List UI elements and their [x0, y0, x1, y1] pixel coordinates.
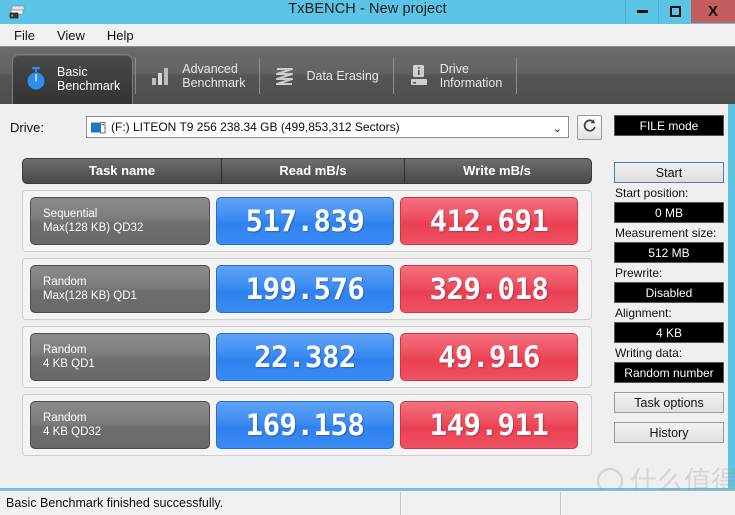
task-name-cell[interactable]: Sequential Max(128 KB) QD32 [30, 197, 210, 245]
tab-advanced-benchmark[interactable]: Advanced Benchmark [138, 53, 257, 99]
status-pane-2 [400, 491, 560, 515]
task-name-line2: 4 KB QD1 [43, 358, 95, 370]
task-name-cell[interactable]: Random Max(128 KB) QD1 [30, 265, 210, 313]
task-name-line2: Max(128 KB) QD1 [43, 290, 137, 302]
options-sidebar: FILE mode Start Start position: 0 MB Mea… [612, 104, 728, 488]
start-position-label: Start position: [615, 186, 689, 200]
tab-divider [135, 57, 137, 94]
results-header-row: Task name Read mB/s Write mB/s [22, 158, 592, 184]
title-bar: TxBENCH - New project X [0, 0, 735, 24]
maximize-icon [669, 6, 681, 17]
refresh-button[interactable] [577, 115, 602, 140]
measurement-size-value[interactable]: 512 MB [614, 242, 724, 263]
shred-zigzag-icon [272, 62, 298, 90]
task-options-button[interactable]: Task options [614, 392, 724, 413]
drive-label: Drive: [10, 120, 44, 135]
task-name-line2: 4 KB QD32 [43, 426, 102, 438]
menu-item-view[interactable]: View [51, 26, 95, 45]
table-row: Random 4 KB QD32 169.158 149.911 [22, 394, 592, 456]
tab-divider [259, 57, 261, 94]
task-name-line1: Random [43, 276, 87, 288]
tab-label-basic-benchmark: Basic Benchmark [57, 65, 121, 93]
tab-data-erasing[interactable]: Data Erasing [262, 53, 390, 99]
write-value-cell: 49.916 [400, 333, 578, 381]
tab-divider [392, 57, 394, 94]
write-value-cell: 329.018 [400, 265, 578, 313]
chevron-down-icon[interactable]: ⌄ [553, 122, 562, 135]
history-button[interactable]: History [614, 422, 724, 443]
task-name-line1: Random [43, 344, 87, 356]
measurement-size-label: Measurement size: [615, 226, 717, 240]
write-value-cell: 412.691 [400, 197, 578, 245]
window-controls: X [625, 0, 735, 24]
menu-bar: File View Help [0, 24, 735, 46]
read-value-cell: 22.382 [216, 333, 394, 381]
stopwatch-icon [23, 65, 49, 93]
status-pane-3 [560, 491, 735, 515]
tab-label-data-erasing: Data Erasing [306, 68, 379, 83]
column-header-task-name: Task name [88, 163, 156, 178]
tab-label-drive-information: Drive Information [439, 61, 503, 90]
task-name-cell[interactable]: Random 4 KB QD32 [30, 401, 210, 449]
txbench-window: TxBENCH - New project X File View Help B… [0, 0, 735, 515]
tab-drive-information[interactable]: Drive Information [396, 53, 515, 99]
refresh-icon [581, 117, 598, 139]
table-row: Random Max(128 KB) QD1 199.576 329.018 [22, 258, 592, 320]
tab-basic-benchmark[interactable]: Basic Benchmark [12, 53, 134, 104]
alignment-value[interactable]: 4 KB [614, 322, 724, 343]
results-table: Task name Read mB/s Write mB/s Sequentia… [22, 158, 592, 456]
bar-chart-icon [148, 62, 174, 90]
read-value-cell: 169.158 [216, 401, 394, 449]
file-mode-display[interactable]: FILE mode [614, 115, 724, 136]
minimize-button[interactable] [625, 0, 658, 23]
prewrite-label: Prewrite: [615, 266, 663, 280]
status-bar: Basic Benchmark finished successfully. [0, 490, 735, 515]
column-header-read: Read mB/s [221, 159, 404, 183]
maximize-button[interactable] [658, 0, 691, 23]
writing-data-value[interactable]: Random number [614, 362, 724, 383]
close-icon: X [707, 3, 718, 20]
task-name-cell[interactable]: Random 4 KB QD1 [30, 333, 210, 381]
minimize-icon [636, 10, 648, 13]
table-row: Sequential Max(128 KB) QD32 517.839 412.… [22, 190, 592, 252]
table-row: Random 4 KB QD1 22.382 49.916 [22, 326, 592, 388]
read-value-cell: 199.576 [216, 265, 394, 313]
alignment-label: Alignment: [615, 306, 672, 320]
menu-item-file[interactable]: File [8, 26, 45, 45]
tab-label-advanced-benchmark: Advanced Benchmark [182, 61, 246, 90]
status-message: Basic Benchmark finished successfully. [6, 496, 224, 510]
start-position-value[interactable]: 0 MB [614, 202, 724, 223]
start-button[interactable]: Start [614, 162, 724, 183]
task-name-line1: Sequential [43, 208, 98, 220]
read-value-cell: 517.839 [216, 197, 394, 245]
column-header-write: Write mB/s [404, 159, 589, 183]
writing-data-label: Writing data: [615, 346, 683, 360]
task-name-line1: Random [43, 412, 87, 424]
menu-item-help[interactable]: Help [101, 26, 144, 45]
drive-info-icon [406, 62, 432, 90]
tab-strip: Basic Benchmark Advanced Benchmark Data … [0, 46, 735, 104]
drive-select[interactable]: (F:) LITEON T9 256 238.34 GB (499,853,31… [86, 116, 569, 138]
hard-disk-icon [91, 121, 106, 134]
drive-value: (F:) LITEON T9 256 238.34 GB (499,853,31… [111, 120, 400, 134]
close-button[interactable]: X [691, 0, 735, 23]
write-value-cell: 149.911 [400, 401, 578, 449]
prewrite-value[interactable]: Disabled [614, 282, 724, 303]
drive-selection-row: Drive: (F:) LITEON T9 256 238.34 GB (499… [0, 114, 610, 144]
tab-divider [516, 57, 518, 94]
task-name-line2: Max(128 KB) QD32 [43, 222, 144, 234]
